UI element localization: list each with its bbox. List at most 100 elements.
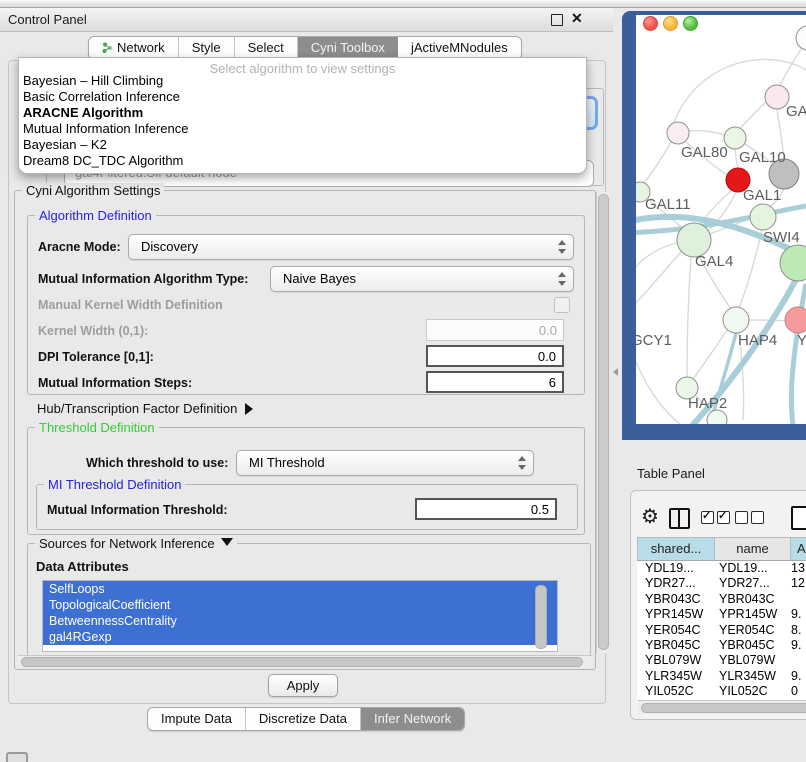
node-label: HAP2	[688, 395, 727, 412]
tab-select[interactable]: Select	[235, 37, 298, 59]
dropdown-item[interactable]: Dream8 DC_TDC Algorithm	[23, 153, 573, 169]
settings-horizontal-scrollbar[interactable]	[18, 655, 592, 667]
tab-cyni-toolbox[interactable]: Cyni Toolbox	[298, 37, 398, 59]
cyni-bottom-tabbar: Impute Data Discretize Data Infer Networ…	[147, 707, 465, 731]
dpi-tolerance-label: DPI Tolerance [0,1]:	[38, 350, 154, 364]
list-scrollbar[interactable]	[535, 585, 547, 649]
algorithm-dropdown: Select algorithm to view settings Bayesi…	[18, 57, 587, 174]
table-row[interactable]: YIL052CYIL052C0	[637, 684, 806, 699]
control-panel-title: Control Panel	[8, 12, 87, 27]
table-body: YDL19...YDL19...13YDR27...YDR27...12YBR0…	[637, 561, 806, 700]
aracne-mode-combo[interactable]: Discovery	[128, 234, 574, 260]
table-cell: YIL052C	[637, 684, 713, 699]
list-item-selected[interactable]: SelfLoops	[43, 581, 557, 597]
table-cell: YER054C	[637, 623, 713, 638]
network-canvas[interactable]: GAL GAL80 GAL10 GAL1 GAL11 SWI4 GAL4 GCY…	[636, 15, 806, 424]
screen: Control Panel ✕ Network Style Select Cyn…	[0, 0, 806, 762]
table-cell: YDR27...	[713, 576, 788, 591]
dropdown-item[interactable]: Bayesian – Hill Climbing	[23, 73, 573, 89]
node-label: GAL4	[695, 253, 733, 270]
check-all-icon[interactable]	[701, 511, 733, 529]
float-window-icon[interactable]	[551, 14, 563, 26]
table-cell: YLR345W	[637, 669, 713, 684]
minimize-window-icon[interactable]	[663, 16, 678, 31]
mi-threshold-field[interactable]: 0.5	[415, 498, 557, 520]
list-item-selected[interactable]: BetweennessCentrality	[43, 613, 557, 629]
data-attributes-list[interactable]: SelfLoops TopologicalCoefficient Between…	[42, 580, 558, 652]
node-label: GAL80	[681, 144, 728, 161]
tab-network-label: Network	[117, 40, 165, 55]
table-panel: ⚙ shared... name A YDL19...YDL19...13YDR…	[630, 490, 806, 720]
dropdown-item[interactable]: Bayesian – K2	[23, 137, 573, 153]
table-row[interactable]: YDR27...YDR27...12	[637, 576, 806, 591]
list-item-selected[interactable]: TopologicalCoefficient	[43, 597, 557, 613]
collapsed-panel-icon[interactable]	[6, 752, 28, 762]
tab-discretize-data[interactable]: Discretize Data	[246, 708, 361, 730]
table-cell: YLR345W	[713, 669, 788, 684]
table-row[interactable]: YBR045CYBR045C9.	[637, 638, 806, 653]
tab-infer-network[interactable]: Infer Network	[361, 708, 464, 730]
apply-button[interactable]: Apply	[268, 674, 338, 697]
network-graph[interactable]: GAL GAL80 GAL10 GAL1 GAL11 SWI4 GAL4 GCY…	[636, 15, 806, 424]
table-cell: YDL19...	[637, 561, 713, 576]
table-cell: YBR043C	[637, 592, 713, 607]
mi-steps-label: Mutual Information Steps:	[38, 376, 192, 390]
network-view-window[interactable]: GAL GAL80 GAL10 GAL1 GAL11 SWI4 GAL4 GCY…	[622, 11, 806, 440]
dpi-tolerance-field[interactable]: 0.0	[426, 345, 564, 367]
table-horizontal-scrollbar[interactable]	[638, 700, 806, 714]
uncheck-all-icon[interactable]	[735, 511, 767, 529]
table-row[interactable]: YPR145WYPR145W9.	[637, 607, 806, 622]
table-row[interactable]: YER054CYER054C8.	[637, 623, 806, 638]
close-window-icon[interactable]	[643, 16, 658, 31]
algorithm-definition-group: Algorithm Definition Aracne Mode: Discov…	[27, 215, 585, 395]
list-item-selected[interactable]: gal4RGexp	[43, 629, 557, 645]
table-cell: YDL19...	[713, 561, 788, 576]
table-cell: YBL079W	[713, 653, 788, 668]
table-cell: 8.	[788, 623, 801, 638]
table-cell: 9.	[788, 607, 801, 622]
column-header[interactable]: name	[715, 538, 791, 560]
table-row[interactable]: YDL19...YDL19...13	[637, 561, 806, 576]
node-label: Y	[797, 332, 806, 349]
mi-threshold-group: MI Threshold Definition Mutual Informati…	[36, 484, 578, 530]
kernel-width-field[interactable]: 0.0	[426, 319, 564, 341]
table-cell: 9.	[788, 669, 801, 684]
document-icon[interactable]	[791, 506, 806, 530]
column-header[interactable]: shared...	[638, 538, 715, 560]
column-header[interactable]: A	[791, 538, 806, 560]
tab-jactivemnodules[interactable]: jActiveMNodules	[398, 37, 521, 59]
split-columns-icon[interactable]	[669, 508, 690, 529]
zoom-window-icon[interactable]	[683, 16, 698, 31]
dropdown-item[interactable]: Basic Correlation Inference	[23, 89, 573, 105]
mi-type-combo[interactable]: Naive Bayes	[270, 266, 574, 292]
algorithm-definition-title: Algorithm Definition	[35, 208, 156, 223]
app-toolbar-edge	[0, 0, 806, 8]
tab-style[interactable]: Style	[179, 37, 235, 59]
node-label: GAL11	[645, 196, 691, 213]
mi-steps-field[interactable]: 6	[426, 371, 564, 393]
table-cell: YBR045C	[713, 638, 788, 653]
close-icon[interactable]: ✕	[571, 10, 583, 27]
dropdown-item-highlighted[interactable]: ARACNE Algorithm	[23, 105, 573, 121]
expand-right-icon	[245, 403, 253, 415]
mi-threshold-title: MI Threshold Definition	[44, 477, 185, 492]
which-threshold-combo[interactable]: MI Threshold	[236, 450, 534, 476]
manual-kernel-checkbox[interactable]	[554, 297, 570, 313]
settings-vertical-scrollbar[interactable]	[596, 192, 609, 653]
hub-tf-definition-toggle[interactable]: Hub/Transcription Factor Definition	[37, 401, 253, 416]
gear-icon[interactable]: ⚙	[641, 507, 659, 527]
dropdown-item[interactable]: Mutual Information Inference	[23, 121, 573, 137]
table-row[interactable]: YBR043CYBR043C	[637, 592, 806, 607]
table-panel-title: Table Panel	[637, 466, 705, 481]
table-row[interactable]: YBL079WYBL079W	[637, 653, 806, 668]
node-label: GAL10	[739, 149, 786, 166]
network-icon	[102, 41, 113, 56]
sources-title[interactable]: Sources for Network Inference	[35, 536, 237, 551]
tab-impute-data[interactable]: Impute Data	[148, 708, 246, 730]
node-table[interactable]: shared... name A YDL19...YDL19...13YDR27…	[637, 537, 806, 700]
manual-kernel-label: Manual Kernel Width Definition	[38, 298, 223, 312]
table-row[interactable]: YLR345WYLR345W9.	[637, 669, 806, 684]
threshold-definition-title: Threshold Definition	[35, 420, 159, 435]
splitter-handle-icon[interactable]	[609, 368, 618, 376]
tab-network[interactable]: Network	[89, 37, 179, 59]
